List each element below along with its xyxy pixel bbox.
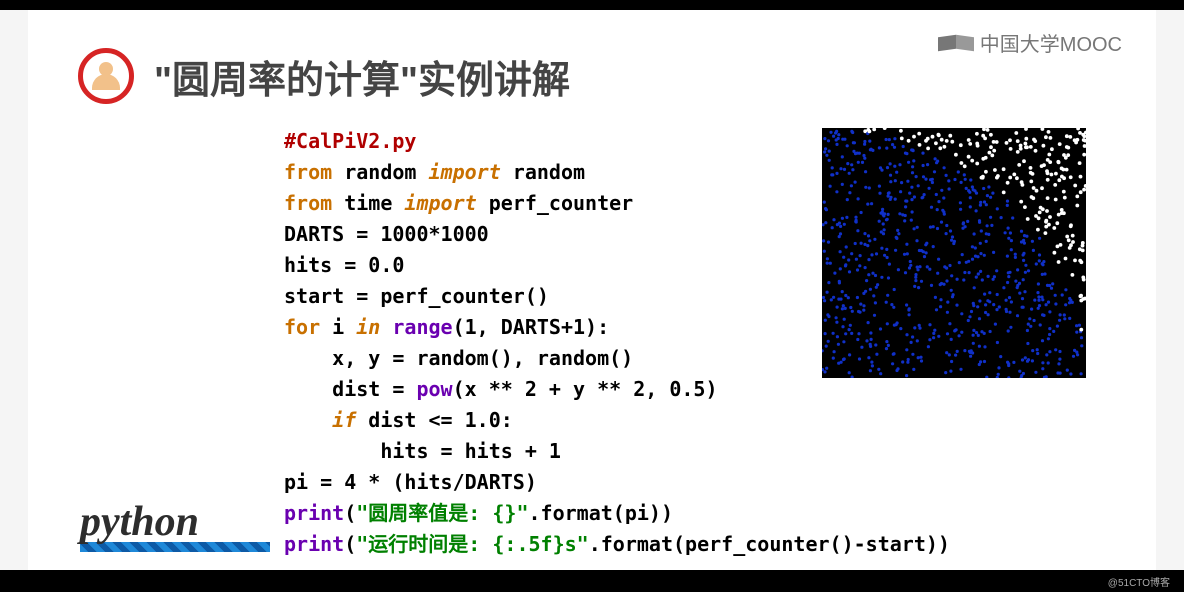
slide: 中国大学MOOC "圆周率的计算"实例讲解 #CalPiV2.py from r… bbox=[28, 10, 1156, 570]
mooc-logo: 中国大学MOOC bbox=[938, 28, 1122, 57]
video-bottom-bar: @51CTO博客 bbox=[0, 570, 1184, 592]
mooc-brand-text: 中国大学MOOC bbox=[980, 28, 1122, 57]
slide-title: "圆周率的计算"实例讲解 bbox=[154, 49, 570, 104]
slide-header: "圆周率的计算"实例讲解 bbox=[78, 48, 570, 104]
watermark-text: @51CTO博客 bbox=[1108, 578, 1170, 589]
video-top-bar bbox=[0, 0, 1184, 10]
python-logo: python bbox=[80, 498, 270, 552]
code-comment: #CalPiV2.py bbox=[284, 129, 416, 153]
monte-carlo-illustration bbox=[822, 128, 1086, 378]
instructor-icon bbox=[78, 48, 134, 104]
